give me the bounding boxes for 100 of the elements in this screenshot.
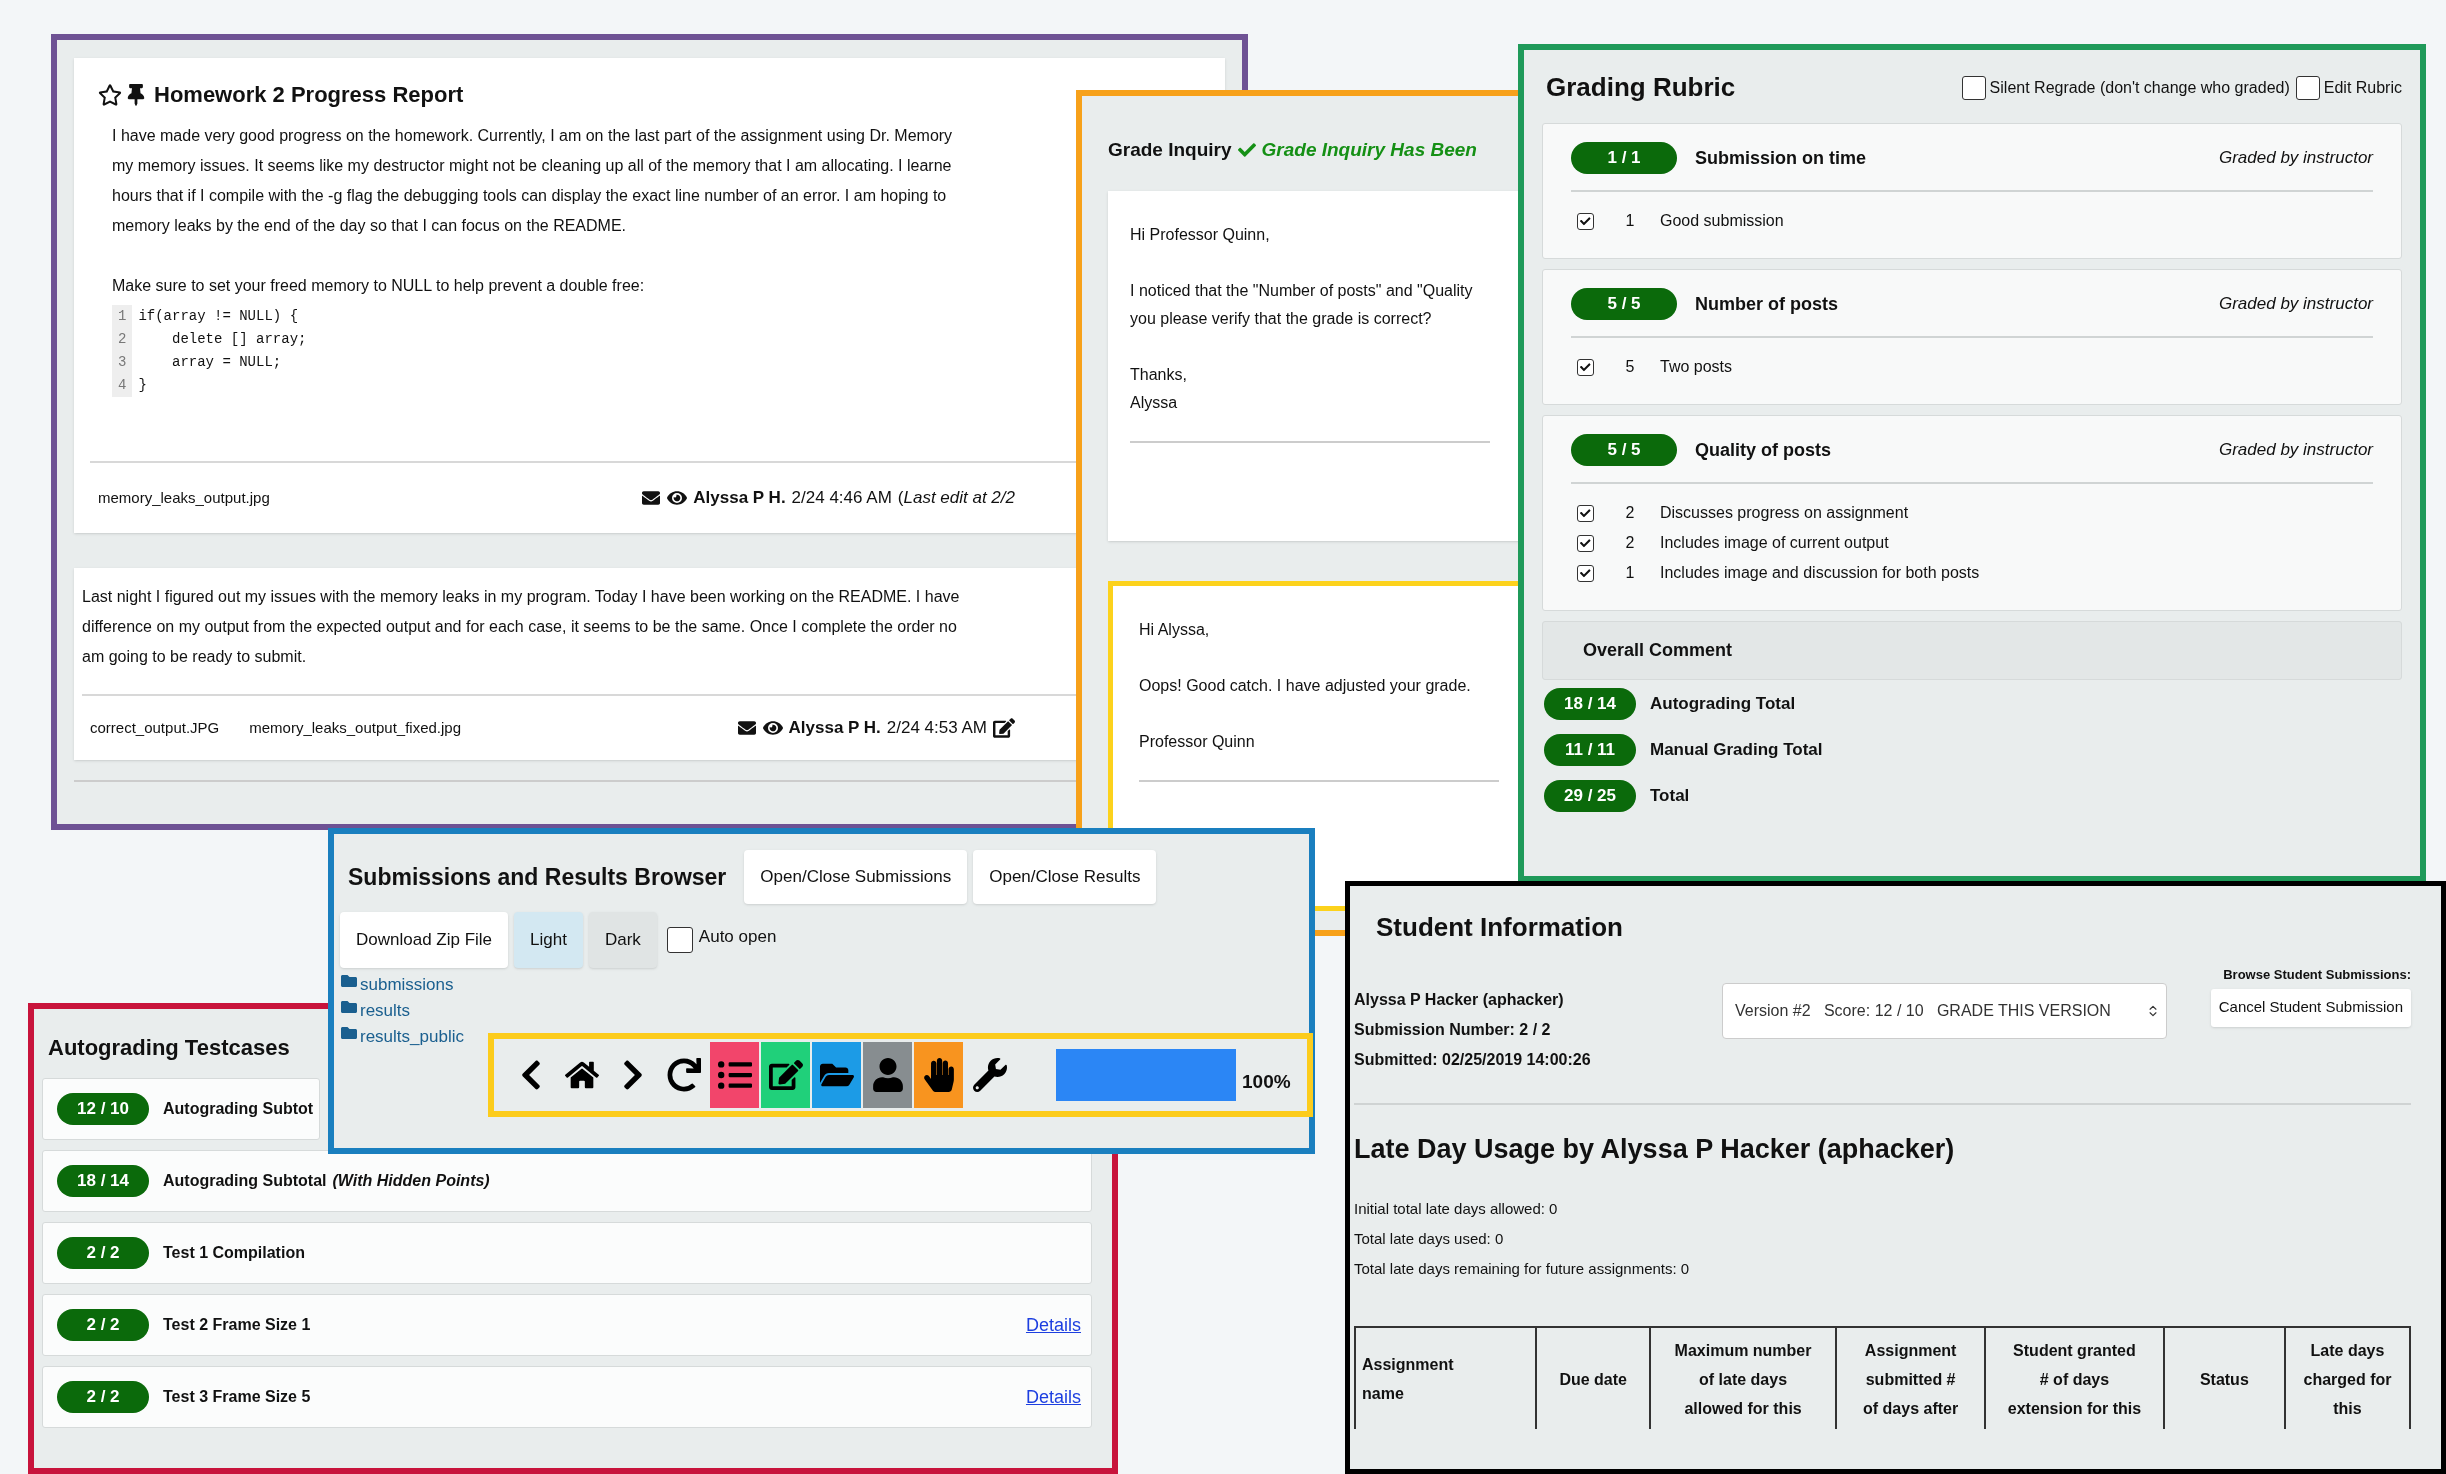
graded-by-label: Graded by instructor [2219,147,2373,170]
browse-label: Browse Student Submissions: [2223,966,2411,984]
rubric-title: Grading Rubric [1546,71,1736,104]
auto-open-label: Auto open [698,926,777,949]
version-select[interactable]: Version #2 Score: 12 / 10 GRADE THIS VERSION [1722,983,2167,1039]
folder-icon [340,999,358,1015]
post-time: 2/24 4:46 AM [791,487,892,510]
attachment-link[interactable]: memory_leaks_output_fixed.jpg [249,716,462,740]
theme-button[interactable]: Light [514,912,583,968]
mark-points: 2 [1624,503,1636,523]
student-title: Student Information [1376,912,1623,942]
hand-icon [921,1058,956,1092]
author-name: Alyssa P H. [788,717,881,740]
code-line: } [138,376,147,395]
pin-icon[interactable] [126,83,146,106]
message-line: Hi Alyssa, [1139,619,1210,640]
mark-points: 5 [1624,357,1636,377]
score-badge: 18 / 14 [1544,688,1636,720]
column-header: Assignment name [1355,1326,1537,1429]
graded-by-label: Graded by instructor [2219,293,2373,316]
score-badge: 5 / 5 [1571,434,1677,466]
testcase-row[interactable]: 2 / 2 Test 2 Frame Size 1 Details [42,1294,1092,1356]
code-line: if(array != NULL) { [138,307,299,326]
score-badge: 5 / 5 [1571,288,1677,320]
student-detail: Submission Number: 2 / 2 [1354,1020,1551,1040]
list-icon [717,1058,752,1092]
check-icon [1580,507,1591,519]
late-day-line: Total late days used: 0 [1354,1228,1504,1249]
toolbar-button[interactable] [914,1042,963,1108]
post-title: Homework 2 Progress Report [154,81,464,109]
eye-icon [762,719,783,737]
testcase-note: (With Hidden Points) [332,1171,490,1191]
checkbox[interactable] [1577,504,1594,522]
mark-description: Discusses progress on assignment [1660,503,1909,523]
graded-by-label: Graded by instructor [2219,439,2373,462]
folder-icon [340,1025,358,1041]
message-line: Thanks, [1130,364,1187,385]
line-number: 1 [118,307,127,326]
checkbox[interactable] [1577,358,1594,376]
component-title: Number of posts [1695,292,1838,316]
folder-link[interactable]: results [360,998,411,1024]
post-text-line: hours that if I compile with the -g flag the debugging tools can display the exact line number of an error. I am hoping to [112,186,947,206]
attachment-link[interactable]: memory_leaks_output.jpg [98,486,270,510]
checkbox[interactable] [1577,564,1594,582]
edit-note: (Last edit at 2/2 [897,487,1015,510]
toolbar-button[interactable] [812,1042,861,1108]
progress-reading: 100% [1242,1069,1291,1094]
overall-comment-bar[interactable]: Overall Comment [1542,621,2402,680]
total-label: Total [1650,785,1690,808]
envelope-icon[interactable] [641,489,662,507]
testcase-label: Autograding Subtot [163,1099,314,1119]
message-line: I noticed that the "Number of posts" and "Quality [1130,280,1473,301]
component-title: Quality of posts [1695,438,1831,462]
cancel-submission-button[interactable]: Cancel Student Submission [2210,988,2411,1027]
edit-icon[interactable] [993,718,1015,738]
testcase-label: Test 1 Compilation [163,1243,305,1263]
star-icon[interactable] [98,82,122,107]
check-icon [1580,361,1591,373]
message-line: Hi Professor Quinn, [1130,224,1270,245]
mark-description: Good submission [1660,211,1784,231]
details-link[interactable]: Details [1025,1311,1081,1339]
mark-points: 1 [1624,211,1636,231]
testcase-row[interactable]: 18 / 14 Autograding Subtotal (With Hidden Points) [42,1150,1092,1212]
post-text-line: am going to be ready to submit. [82,647,307,667]
details-link[interactable]: Details [1025,1383,1081,1411]
refresh-icon [666,1058,701,1092]
option-label: Silent Regrade (don't change who graded) [1989,77,2290,98]
grade-inquiry-title: Grade Inquiry [1108,138,1232,162]
check-icon [1237,141,1256,160]
envelope-icon[interactable] [736,719,757,737]
theme-button[interactable]: Dark [588,912,657,968]
folder-link[interactable]: submissions [360,972,454,998]
toggle-button[interactable]: Open/Close Results [973,850,1157,904]
score-badge: 11 / 11 [1544,734,1636,766]
testcase-label: Autograding Subtotal [163,1171,327,1191]
checkbox[interactable] [2295,75,2320,100]
student-detail: Submitted: 02/25/2019 14:00:26 [1354,1050,1591,1070]
checkbox[interactable] [1577,212,1594,230]
toolbar-button[interactable] [863,1042,912,1108]
post-text-line: my memory issues. It seems like my destructor might not be cleaning up all of the memory that I am allocating. I learne [112,156,952,176]
testcase-row[interactable]: 2 / 2 Test 3 Frame Size 5 Details [42,1366,1092,1428]
mark-description: Includes image and discussion for both posts [1660,563,1980,583]
checkbox[interactable] [666,927,693,953]
toolbar-button[interactable] [761,1042,810,1108]
mark-description: Includes image of current output [1660,533,1889,553]
download-button[interactable]: Download Zip File [340,912,509,968]
checkbox[interactable] [1577,534,1594,552]
post-text-line: I have made very good progress on the homework. Currently, I am on the last part of the assignment using Dr. Memory [112,126,953,146]
folder-link[interactable]: results_public [360,1024,464,1050]
column-header: Status [2163,1326,2285,1429]
attachment-link[interactable]: correct_output.JPG [90,716,220,740]
testcase-row[interactable]: 12 / 10 Autograding Subtot [42,1078,320,1140]
testcase-row[interactable]: 2 / 2 Test 1 Compilation [42,1222,1092,1284]
checkbox[interactable] [1961,75,1986,100]
post-text-line: Make sure to set your freed memory to NULL to help prevent a double free: [112,276,645,296]
toggle-button[interactable]: Open/Close Submissions [744,850,968,904]
edit-icon [768,1058,803,1092]
score-badge: 2 / 2 [57,1381,149,1413]
score-badge: 18 / 14 [57,1165,149,1197]
code-line: array = NULL; [171,353,282,372]
